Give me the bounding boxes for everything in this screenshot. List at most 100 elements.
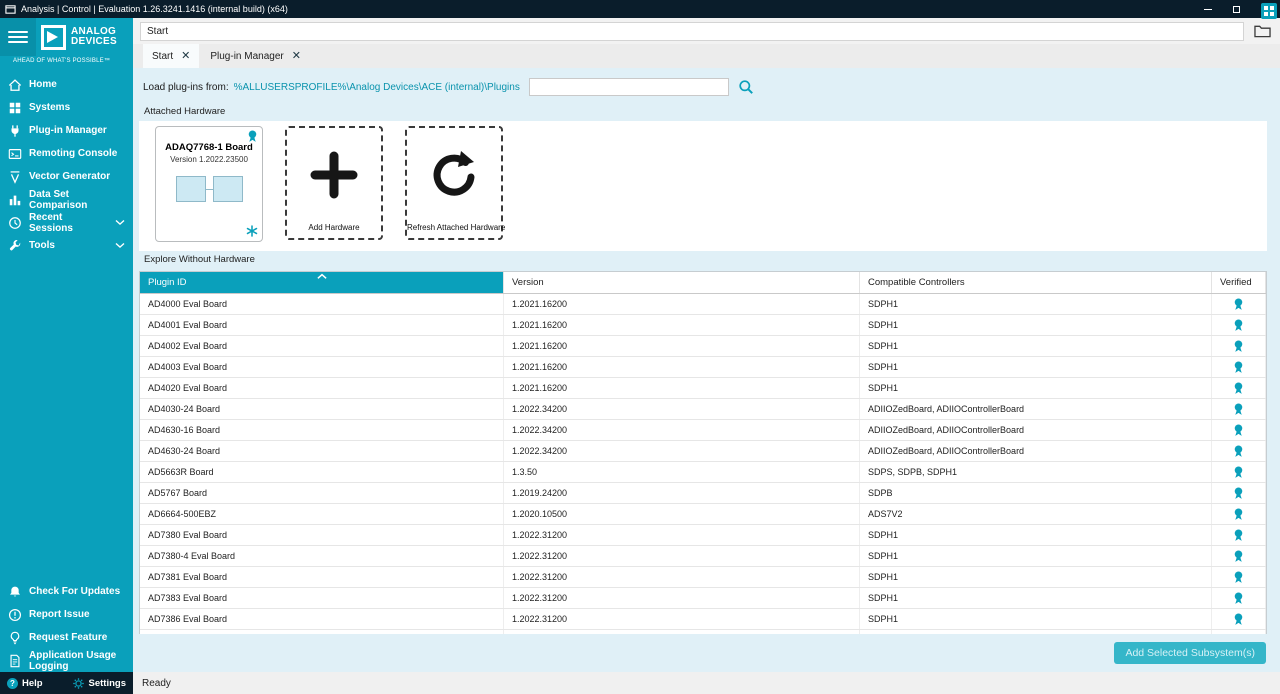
sessions-icon <box>8 216 22 230</box>
cell-plugin-id: AD7383 Eval Board <box>140 588 504 608</box>
cell-plugin-id: AD4000 Eval Board <box>140 294 504 314</box>
open-session-folder-button[interactable] <box>1250 21 1274 41</box>
cell-version: 1.2022.34200 <box>504 441 860 461</box>
cell-plugin-id: AD4003 Eval Board <box>140 357 504 377</box>
verified-pin-icon <box>1212 504 1266 524</box>
add-selected-subsystems-button[interactable]: Add Selected Subsystem(s) <box>1114 642 1266 664</box>
column-header-label: Compatible Controllers <box>868 277 965 288</box>
tab-label: Start <box>152 51 173 62</box>
refresh-hardware-label: Refresh Attached Hardware <box>407 223 501 232</box>
sidebar-item-vector-generator[interactable]: Vector Generator <box>0 165 133 188</box>
table-row[interactable]: AD7380-4 Eval Board1.2022.31200SDPH1 <box>140 546 1266 567</box>
table-row[interactable]: AD7386 Eval Board1.2022.31200SDPH1 <box>140 609 1266 630</box>
close-icon[interactable]: ✕ <box>181 51 190 62</box>
cell-version: 1.2021.16200 <box>504 315 860 335</box>
table-row[interactable]: AD5767 Board1.2019.24200SDPB <box>140 483 1266 504</box>
tab-plug-in-manager[interactable]: Plug-in Manager ✕ <box>201 44 310 68</box>
sidebar-item-tools[interactable]: Tools <box>0 234 133 257</box>
column-header-label: Plugin ID <box>148 277 187 288</box>
sidebar-item-systems[interactable]: Systems <box>0 96 133 119</box>
table-row[interactable]: AD7381 Eval Board1.2022.31200SDPH1 <box>140 567 1266 588</box>
cell-compatible-controllers: SDPH1 <box>860 609 1212 629</box>
minimize-icon <box>1204 9 1212 10</box>
add-hardware-button[interactable]: Add Hardware <box>285 126 383 240</box>
sidebar-item-label: Application Usage Logging <box>29 650 125 672</box>
cell-version: 1.2022.31200 <box>504 588 860 608</box>
address-input[interactable] <box>140 22 1244 41</box>
cell-version: 1.2022.31200 <box>504 567 860 587</box>
hardware-card-adaq7768-1[interactable]: ADAQ7768-1 Board Version 1.2022.23500 <box>155 126 263 242</box>
table-row[interactable]: AD6664-500EBZ1.2020.10500ADS7V2 <box>140 504 1266 525</box>
verified-pin-icon <box>1212 294 1266 314</box>
sidebar-footer-nav: Check For Updates Report Issue Request F… <box>0 580 133 672</box>
app-icon <box>5 4 16 15</box>
table-row[interactable]: AD7380 Eval Board1.2022.31200SDPH1 <box>140 525 1266 546</box>
table-row[interactable]: AD4030-24 Board1.2022.34200ADIIOZedBoard… <box>140 399 1266 420</box>
column-header-label: Version <box>512 277 544 288</box>
table-row[interactable]: AD4001 Eval Board1.2021.16200SDPH1 <box>140 315 1266 336</box>
plugin-search-input[interactable] <box>529 78 729 96</box>
board-diagram <box>161 176 257 202</box>
column-header-version[interactable]: Version <box>504 272 860 293</box>
search-icon[interactable] <box>738 79 754 95</box>
verified-pin-icon <box>1212 441 1266 461</box>
console-icon <box>8 147 22 161</box>
plugin-table-body: AD4000 Eval Board1.2021.16200SDPH1AD4001… <box>140 294 1266 634</box>
settings-button[interactable]: Settings <box>65 672 133 694</box>
resize-grip-icon[interactable] <box>1261 3 1277 19</box>
add-hardware-label: Add Hardware <box>287 223 381 232</box>
explore-without-hardware-heading: Explore Without Hardware <box>144 254 1267 265</box>
board-name: ADAQ7768-1 Board <box>161 142 257 153</box>
close-icon[interactable]: ✕ <box>292 51 301 62</box>
cell-compatible-controllers: ADIIOZedBoard, ADIIOControllerBoard <box>860 441 1212 461</box>
column-header-plugin-id[interactable]: Plugin ID <box>140 272 504 293</box>
systems-icon <box>8 101 22 115</box>
table-row[interactable]: AD4020 Eval Board1.2021.16200SDPH1 <box>140 378 1266 399</box>
hamburger-menu-button[interactable] <box>0 18 36 56</box>
table-row[interactable]: AD7383 Eval Board1.2022.31200SDPH1 <box>140 588 1266 609</box>
tab-bar: Start ✕ Plug-in Manager ✕ <box>133 44 1280 68</box>
cell-version: 1.2021.16200 <box>504 357 860 377</box>
sidebar-item-label: Check For Updates <box>29 586 120 597</box>
help-icon: ? <box>7 678 18 689</box>
sidebar-item-label: Report Issue <box>29 609 90 620</box>
sidebar-item-recent-sessions[interactable]: Recent Sessions <box>0 211 133 234</box>
table-row[interactable]: AD4003 Eval Board1.2021.16200SDPH1 <box>140 357 1266 378</box>
column-header-verified[interactable]: Verified <box>1212 272 1266 293</box>
minimize-button[interactable] <box>1193 0 1222 18</box>
help-button[interactable]: ? Help <box>0 672 50 694</box>
table-row[interactable]: AD4000 Eval Board1.2021.16200SDPH1 <box>140 294 1266 315</box>
table-row[interactable]: AD5663R Board1.3.50SDPS, SDPB, SDPH1 <box>140 462 1266 483</box>
refresh-icon <box>428 149 480 201</box>
sidebar-item-data-set-comparison[interactable]: Data Set Comparison <box>0 188 133 211</box>
sidebar-item-home[interactable]: Home <box>0 73 133 96</box>
table-row[interactable]: AD4002 Eval Board1.2021.16200SDPH1 <box>140 336 1266 357</box>
sidebar-nav: Home Systems Plug-in Manager Remoting Co… <box>0 73 133 257</box>
cell-plugin-id: AD5767 Board <box>140 483 504 503</box>
load-plugins-path[interactable]: %ALLUSERSPROFILE%\Analog Devices\ACE (in… <box>234 82 520 93</box>
status-bar: Ready <box>133 672 1280 694</box>
cell-version: 1.2022.34200 <box>504 399 860 419</box>
cell-version: 1.2021.16200 <box>504 378 860 398</box>
sidebar-item-plug-in-manager[interactable]: Plug-in Manager <box>0 119 133 142</box>
refresh-attached-hardware-button[interactable]: Refresh Attached Hardware <box>405 126 503 240</box>
sidebar-item-request-feature[interactable]: Request Feature <box>0 626 133 649</box>
sidebar-item-label: Request Feature <box>29 632 107 643</box>
cell-version: 1.2022.31200 <box>504 546 860 566</box>
sidebar-item-check-for-updates[interactable]: Check For Updates <box>0 580 133 603</box>
cell-plugin-id: AD4630-24 Board <box>140 441 504 461</box>
sidebar-item-label: Remoting Console <box>29 148 117 159</box>
sidebar-item-report-issue[interactable]: Report Issue <box>0 603 133 626</box>
column-header-compatible-controllers[interactable]: Compatible Controllers <box>860 272 1212 293</box>
table-row[interactable]: AD4630-24 Board1.2022.34200ADIIOZedBoard… <box>140 441 1266 462</box>
cell-plugin-id: AD6664-500EBZ <box>140 504 504 524</box>
maximize-button[interactable] <box>1222 0 1251 18</box>
sidebar-item-application-usage-logging[interactable]: Application Usage Logging <box>0 649 133 672</box>
table-row[interactable]: AD4630-16 Board1.2022.34200ADIIOZedBoard… <box>140 420 1266 441</box>
comparison-icon <box>8 193 22 207</box>
vector-icon <box>8 170 22 184</box>
sidebar-item-remoting-console[interactable]: Remoting Console <box>0 142 133 165</box>
tab-start[interactable]: Start ✕ <box>143 44 199 68</box>
plugin-table-header: Plugin ID Version Compatible Controllers… <box>140 272 1266 294</box>
start-page-content: Load plug-ins from: %ALLUSERSPROFILE%\An… <box>133 68 1280 672</box>
